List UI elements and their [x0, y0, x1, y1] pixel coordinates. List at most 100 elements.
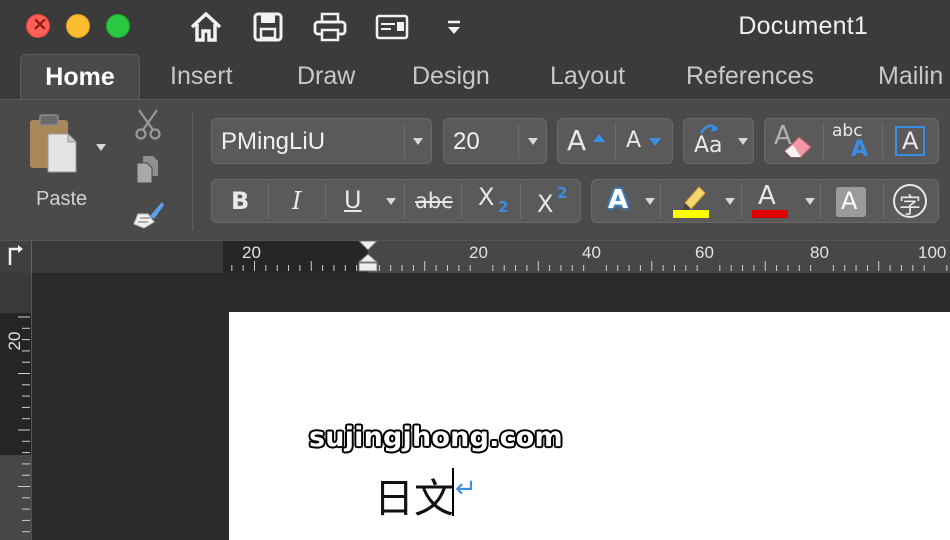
subscript-button[interactable]: X 2: [462, 180, 520, 222]
superscript-letter: X: [537, 190, 554, 218]
save-icon[interactable]: [250, 8, 286, 46]
chevron-down-icon: [725, 198, 735, 205]
tab-design[interactable]: Design: [412, 62, 490, 91]
tab-layout[interactable]: Layout: [550, 62, 625, 91]
paragraph-mark-icon: ↵: [455, 474, 477, 504]
horizontal-ruler[interactable]: 20 20 40 60 80 100: [0, 240, 950, 273]
character-shading-letter: A: [841, 187, 858, 215]
font-color-swatch: [752, 210, 788, 218]
phonetic-bottom-letter: A: [851, 137, 869, 162]
chevron-down-icon: [413, 138, 423, 145]
enclose-character: 字: [899, 194, 922, 219]
title-bar: Document1: [0, 0, 950, 54]
text-cursor: [452, 468, 454, 516]
zoom-window-button[interactable]: [106, 14, 130, 38]
print-icon[interactable]: [310, 8, 350, 46]
display-icon[interactable]: [372, 8, 412, 46]
subscript-digit: 2: [498, 198, 509, 216]
character-border-button[interactable]: A: [883, 119, 940, 163]
font-color-letter: A: [758, 181, 776, 211]
document-workspace: 20 sujingjhong.com 日文 ↵: [0, 273, 950, 540]
superscript-button[interactable]: X 2: [521, 180, 581, 222]
chevron-down-icon: [386, 198, 396, 205]
underline-button[interactable]: U: [326, 180, 396, 222]
vertical-ruler-ticks: [18, 316, 30, 533]
tab-draw[interactable]: Draw: [297, 62, 355, 91]
minimize-window-button[interactable]: [66, 14, 90, 38]
paste-label: Paste: [36, 188, 88, 210]
scissors-icon: [135, 109, 161, 140]
tab-references[interactable]: References: [686, 62, 814, 91]
paintbrush-icon: [133, 202, 164, 229]
shrink-font-button[interactable]: A: [616, 119, 674, 163]
shrink-font-letter: A: [626, 128, 642, 153]
font-size-value: 20: [453, 128, 480, 155]
paste-options-chevron-icon[interactable]: [96, 144, 106, 151]
grow-font-button[interactable]: A: [558, 119, 616, 163]
character-shading-button[interactable]: A: [821, 180, 883, 222]
clear-formatting-button[interactable]: A: [765, 119, 823, 163]
ruler-label: 100: [918, 243, 947, 262]
bold-button[interactable]: B: [212, 180, 268, 222]
change-case-button[interactable]: Aa: [683, 118, 754, 164]
close-window-button[interactable]: [26, 13, 50, 38]
font-color-button[interactable]: A: [742, 180, 820, 222]
copy-button[interactable]: [134, 154, 162, 189]
font-size-group: A A: [557, 118, 673, 164]
font-name-dropdown[interactable]: PMingLiU: [211, 118, 432, 164]
ribbon-tabs: Home Insert Draw Design Layout Reference…: [0, 54, 950, 100]
chevron-down-icon: [805, 198, 815, 205]
text-color-group: A A A 字: [591, 179, 939, 223]
chevron-down-icon: [528, 138, 538, 145]
change-case-label: Aa: [694, 133, 723, 158]
vertical-ruler-label: 20: [5, 331, 24, 351]
customize-toolbar-icon[interactable]: [440, 8, 468, 46]
arrow-down-icon: [649, 138, 661, 146]
document-page[interactable]: sujingjhong.com 日文 ↵: [229, 312, 950, 540]
ribbon-separator: [192, 112, 193, 230]
superscript-digit: 2: [557, 184, 568, 202]
clipboard-icon: [30, 114, 77, 173]
ruler-label: 80: [810, 243, 829, 262]
paste-button[interactable]: [26, 112, 86, 173]
watermark-text: sujingjhong.com: [309, 422, 563, 453]
tab-insert[interactable]: Insert: [170, 62, 233, 91]
highlight-color-swatch: [673, 210, 709, 218]
indent-markers-icon[interactable]: [357, 241, 379, 273]
strikethrough-letters: abc: [415, 189, 453, 213]
underline-letter: U: [344, 186, 362, 214]
ruler-label: 20: [242, 243, 261, 262]
ruler-label: 20: [469, 243, 488, 262]
font-name-value: PMingLiU: [221, 128, 326, 155]
bold-letter: B: [231, 187, 250, 215]
chevron-down-icon: [645, 198, 655, 205]
highlight-button[interactable]: [661, 180, 741, 222]
strikethrough-button[interactable]: abc: [405, 180, 461, 222]
ribbon-home: Paste PMingLiU 20 A A Aa A abc A A B I U…: [0, 99, 950, 240]
italic-button[interactable]: I: [269, 180, 325, 222]
phonetic-guide-button[interactable]: abc A: [824, 119, 882, 163]
vertical-ruler[interactable]: 20: [0, 273, 32, 540]
ruler-label: 60: [695, 243, 714, 262]
subscript-letter: X: [478, 183, 495, 211]
enclose-characters-button[interactable]: 字: [884, 180, 940, 222]
document-title: Document1: [738, 12, 868, 40]
text-effects-button[interactable]: A: [592, 180, 660, 222]
font-size-dropdown[interactable]: 20: [443, 118, 547, 164]
character-border-letter: A: [902, 127, 919, 155]
clear-formatting-group: A abc A A: [764, 118, 939, 164]
eraser-icon: [784, 136, 812, 158]
ruler-label: 40: [582, 243, 601, 262]
home-icon[interactable]: [186, 8, 226, 46]
tab-mailings[interactable]: Mailin: [878, 62, 943, 91]
copy-icon: [136, 156, 158, 184]
arrow-up-icon: [593, 134, 605, 142]
chevron-down-icon: [738, 138, 748, 145]
italic-letter: I: [292, 187, 302, 215]
text-style-group: B I U abc X 2 X 2: [211, 179, 581, 223]
document-body-text[interactable]: 日文: [374, 466, 454, 524]
tab-home[interactable]: Home: [20, 54, 140, 100]
cut-button[interactable]: [133, 108, 163, 145]
highlighter-icon: [683, 186, 706, 210]
format-painter-button[interactable]: [132, 200, 166, 235]
